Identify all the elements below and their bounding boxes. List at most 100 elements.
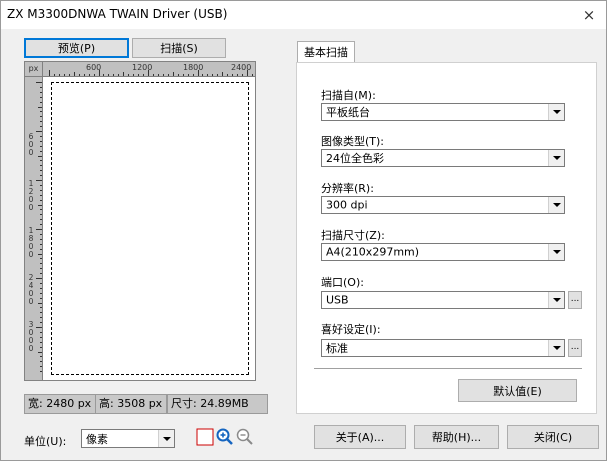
ruler-tick bbox=[40, 258, 42, 260]
ruler-tick bbox=[36, 82, 42, 83]
ruler-tick bbox=[40, 184, 42, 186]
ruler-v-label: 2400 bbox=[28, 273, 34, 306]
ruler-tick bbox=[40, 248, 42, 250]
chevron-down-icon bbox=[548, 292, 564, 308]
ruler-tick bbox=[40, 224, 42, 226]
ruler-tick bbox=[40, 263, 42, 265]
help-button[interactable]: 帮助(H)... bbox=[414, 425, 499, 449]
preview-button[interactable]: 预览(P) bbox=[24, 38, 129, 58]
ruler-tick bbox=[40, 91, 42, 93]
ruler-tick bbox=[197, 70, 199, 76]
image-size: 尺寸: 24.89MB bbox=[167, 394, 268, 414]
ruler-tick bbox=[40, 346, 42, 348]
ruler-tick bbox=[167, 74, 169, 76]
ruler-tick bbox=[40, 165, 42, 167]
chevron-down-icon bbox=[548, 197, 564, 213]
ruler-h-label: 1200 bbox=[132, 63, 153, 72]
ruler-tick bbox=[232, 74, 234, 76]
select-area-icon[interactable] bbox=[196, 428, 214, 446]
about-button-label: 关于(A)... bbox=[335, 431, 385, 444]
ruler-tick bbox=[58, 74, 60, 76]
basic-scan-panel: 扫描自(M): 平板纸台 图像类型(T): 24位全色彩 分辨率(R): 300… bbox=[296, 62, 597, 414]
preference-more-button[interactable]: ... bbox=[568, 339, 582, 357]
resolution-select[interactable]: 300 dpi bbox=[321, 196, 565, 214]
scan-from-select[interactable]: 平板纸台 bbox=[321, 103, 565, 121]
ruler-tick bbox=[138, 74, 140, 76]
ruler-tick bbox=[123, 72, 125, 76]
zoom-in-icon[interactable] bbox=[216, 428, 234, 446]
image-type-label: 图像类型(T): bbox=[321, 135, 385, 148]
ruler-tick bbox=[40, 121, 42, 123]
ruler-tick bbox=[40, 219, 42, 221]
ruler-tick bbox=[40, 170, 42, 172]
ruler-tick bbox=[40, 243, 42, 245]
ruler-tick bbox=[83, 74, 85, 76]
ruler-tick bbox=[152, 74, 154, 76]
ruler-tick bbox=[40, 268, 42, 270]
scan-button[interactable]: 扫描(S) bbox=[132, 38, 226, 58]
ruler-tick bbox=[40, 341, 42, 343]
ruler-tick bbox=[212, 74, 214, 76]
scan-button-label: 扫描(S) bbox=[160, 42, 198, 55]
ruler-tick bbox=[36, 131, 42, 132]
ruler-tick bbox=[143, 74, 145, 76]
ruler-tick bbox=[192, 74, 194, 76]
ruler-tick bbox=[40, 312, 42, 314]
ruler-tick bbox=[40, 297, 42, 299]
ruler-tick bbox=[36, 327, 42, 328]
ruler-v-label: 1800 bbox=[28, 226, 34, 259]
ruler-tick bbox=[40, 331, 42, 333]
ruler-tick bbox=[40, 96, 42, 98]
unit-select[interactable]: 像素 bbox=[81, 429, 175, 448]
about-button[interactable]: 关于(A)... bbox=[314, 425, 406, 449]
ruler-tick bbox=[40, 336, 42, 338]
ruler-tick bbox=[93, 74, 95, 76]
scan-from-value: 平板纸台 bbox=[326, 106, 370, 119]
default-button[interactable]: 默认值(E) bbox=[458, 379, 577, 402]
scan-size-value: A4(210x297mm) bbox=[326, 245, 420, 259]
close-button[interactable]: 关闭(C) bbox=[507, 425, 599, 449]
ruler-tick bbox=[40, 116, 42, 118]
preference-select[interactable]: 标准 bbox=[321, 339, 565, 357]
ruler-tick bbox=[53, 74, 55, 76]
resolution-label: 分辨率(R): bbox=[321, 182, 374, 195]
ruler-tick bbox=[162, 74, 164, 76]
scan-size-select[interactable]: A4(210x297mm) bbox=[321, 243, 565, 261]
ruler-tick bbox=[187, 74, 189, 76]
panel-divider bbox=[314, 368, 582, 369]
ruler-tick bbox=[40, 287, 42, 289]
close-window-button[interactable]: × bbox=[572, 1, 606, 29]
ruler-tick bbox=[128, 74, 130, 76]
ruler-tick bbox=[49, 70, 50, 76]
ruler-tick bbox=[40, 209, 42, 211]
chevron-down-icon bbox=[158, 430, 174, 447]
ruler-tick bbox=[40, 361, 42, 363]
ruler-tick bbox=[40, 160, 42, 162]
default-button-label: 默认值(E) bbox=[493, 384, 542, 398]
tab-basic-scan[interactable]: 基本扫描 bbox=[297, 41, 355, 63]
title-bar: ZX M3300DNWA TWAIN Driver (USB) × bbox=[1, 1, 606, 29]
ruler-tick bbox=[177, 74, 179, 76]
ruler-tick bbox=[40, 145, 42, 147]
scan-area-selection[interactable] bbox=[51, 82, 249, 375]
preview-button-label: 预览(P) bbox=[57, 42, 96, 55]
image-height: 高: 3508 px bbox=[95, 394, 167, 414]
port-more-button[interactable]: ... bbox=[568, 291, 582, 309]
ruler-tick bbox=[36, 229, 42, 230]
window-title: ZX M3300DNWA TWAIN Driver (USB) bbox=[7, 7, 228, 21]
ruler-unit: px bbox=[25, 62, 43, 77]
port-select[interactable]: USB bbox=[321, 291, 565, 309]
ruler-tick bbox=[40, 292, 42, 294]
unit-label: 单位(U): bbox=[24, 435, 67, 448]
ruler-tick bbox=[103, 74, 105, 76]
ruler-tick bbox=[40, 135, 42, 137]
ruler-tick bbox=[227, 74, 229, 76]
ruler-tick bbox=[38, 351, 42, 353]
preference-label: 喜好设定(I): bbox=[321, 323, 381, 336]
ruler-v-label: 1200 bbox=[28, 179, 34, 212]
ruler-tick bbox=[148, 70, 149, 76]
ruler-tick bbox=[40, 282, 42, 284]
image-type-select[interactable]: 24位全色彩 bbox=[321, 149, 565, 167]
zoom-out-icon[interactable] bbox=[236, 428, 254, 446]
ruler-tick bbox=[113, 74, 115, 76]
